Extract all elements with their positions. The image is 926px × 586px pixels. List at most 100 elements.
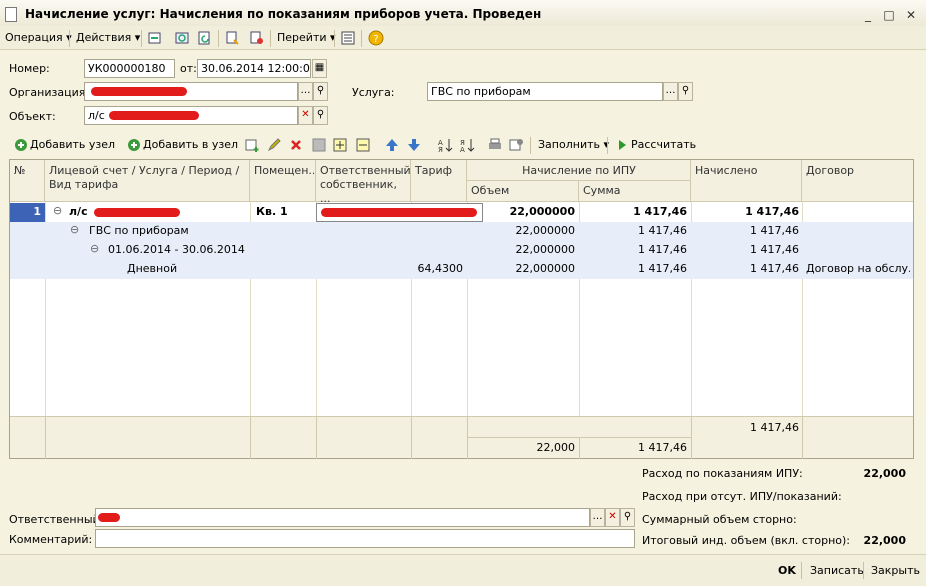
close-button[interactable]: Закрыть <box>871 563 920 579</box>
redaction-mark <box>94 208 180 217</box>
sort-desc-icon[interactable]: ЯA <box>459 137 475 153</box>
collapse-node-icon[interactable]: ⊖ <box>90 242 99 255</box>
collapse-icon[interactable] <box>355 137 371 153</box>
itog-value: 22,000 <box>863 534 906 547</box>
settings-list-icon[interactable] <box>508 137 524 153</box>
copy-doc-icon[interactable] <box>225 30 241 46</box>
object-value: л/с <box>88 109 105 122</box>
sort-asc-icon[interactable]: AЯ <box>437 137 453 153</box>
save-row-icon[interactable] <box>311 137 327 153</box>
responsible-field[interactable] <box>95 508 590 527</box>
refresh-doc-icon[interactable] <box>174 30 190 46</box>
service-label: Услуга: <box>352 86 395 99</box>
add-node-button[interactable]: Добавить узел <box>30 137 115 153</box>
responsible-search-icon[interactable]: ⚲ <box>620 508 635 527</box>
object-search-icon[interactable]: ⚲ <box>313 106 328 125</box>
date-field[interactable]: 30.06.2014 12:00:03 <box>197 59 311 78</box>
header-owner[interactable]: Ответственный собственник, ... <box>316 160 411 205</box>
header-account[interactable]: Лицевой счет / Услуга / Период / Вид тар… <box>45 160 250 202</box>
add-row-icon[interactable] <box>244 137 260 153</box>
structure-icon[interactable] <box>249 30 265 46</box>
add-node-icon <box>15 139 27 151</box>
otsut-label: Расход при отсут. ИПУ/показаний: <box>642 490 842 503</box>
bottom-bar: OK Записать Закрыть <box>0 554 926 586</box>
add-in-node-button[interactable]: Добавить в узел <box>143 137 238 153</box>
svg-text:Я: Я <box>438 146 443 153</box>
header-ipu-group: Начисление по ИПУ <box>467 160 691 181</box>
organization-select-button[interactable]: … <box>298 82 313 101</box>
header-sum[interactable]: Сумма <box>579 181 691 202</box>
redaction-mark <box>109 111 199 120</box>
maximize-icon[interactable]: □ <box>882 8 896 22</box>
comment-field[interactable] <box>95 529 635 548</box>
object-label: Объект: <box>9 110 56 123</box>
play-icon <box>619 140 626 150</box>
collapse-node-icon[interactable]: ⊖ <box>53 204 62 217</box>
object-clear-icon[interactable]: ✕ <box>298 106 313 125</box>
title-bar: Начисление услуг: Начисления по показани… <box>0 0 926 29</box>
footer-volume: 22,000 <box>536 441 576 454</box>
main-toolbar: Операция ▾ Действия ▾ Перейти ▾ ? <box>0 26 926 50</box>
header-contract[interactable]: Договор <box>802 160 913 202</box>
organization-field[interactable] <box>84 82 298 101</box>
comment-label: Комментарий: <box>9 533 93 546</box>
actions-menu[interactable]: Действия ▾ <box>76 30 140 46</box>
svg-text:A: A <box>460 146 465 153</box>
svg-text:?: ? <box>373 34 378 45</box>
number-field[interactable]: УК000000180 <box>84 59 175 78</box>
rashod-label: Расход по показаниям ИПУ: <box>642 467 803 480</box>
window-title: Начисление услуг: Начисления по показани… <box>25 7 542 21</box>
footer-charged: 1 417,46 <box>750 421 799 434</box>
print-icon[interactable] <box>487 137 503 153</box>
services-table[interactable]: № Лицевой счет / Услуга / Период / Вид т… <box>9 159 914 459</box>
organization-label: Организация: <box>9 86 90 99</box>
table-row[interactable]: 1 ⊖ л/с Кв. 1 22,000000 1 417,46 1 417,4… <box>10 203 913 222</box>
responsible-select-button[interactable]: … <box>590 508 605 527</box>
itog-label: Итоговый инд. объем (вкл. сторно): <box>642 534 851 547</box>
grid-toolbar: Добавить узел Добавить в узел AЯ ЯA Запо… <box>0 134 926 156</box>
ok-button[interactable]: OK <box>778 563 796 579</box>
list-icon[interactable] <box>340 30 356 46</box>
header-number[interactable]: № <box>10 160 45 202</box>
header-volume[interactable]: Объем <box>467 181 579 202</box>
move-down-icon[interactable] <box>406 137 422 153</box>
delete-icon[interactable] <box>288 137 304 153</box>
table-row[interactable]: ⊖ ГВС по приборам 22,000000 1 417,46 1 4… <box>10 222 913 241</box>
organization-search-icon[interactable]: ⚲ <box>313 82 328 101</box>
collapse-node-icon[interactable]: ⊖ <box>70 223 79 236</box>
service-field[interactable]: ГВС по приборам <box>427 82 663 101</box>
close-icon[interactable]: ✕ <box>904 8 918 22</box>
service-select-button[interactable]: … <box>663 82 678 101</box>
help-icon[interactable]: ? <box>368 30 384 46</box>
service-search-icon[interactable]: ⚲ <box>678 82 693 101</box>
rashod-value: 22,000 <box>863 467 906 480</box>
redaction-mark <box>91 87 187 96</box>
header-tariff[interactable]: Тариф <box>411 160 467 202</box>
object-field[interactable]: л/с <box>84 106 298 125</box>
table-row[interactable]: ⊖ 01.06.2014 - 30.06.2014 22,000000 1 41… <box>10 241 913 260</box>
reread-icon[interactable] <box>197 30 213 46</box>
header-charged[interactable]: Начислено <box>691 160 802 202</box>
redaction-mark <box>321 208 477 217</box>
document-icon <box>5 7 17 22</box>
post-icon[interactable] <box>147 30 163 46</box>
move-up-icon[interactable] <box>384 137 400 153</box>
footer-sum: 1 417,46 <box>638 441 687 454</box>
responsible-clear-icon[interactable]: ✕ <box>605 508 620 527</box>
calculate-button[interactable]: Рассчитать <box>631 137 696 153</box>
owner-cell-editor[interactable] <box>316 203 483 222</box>
storno-label: Суммарный объем сторно: <box>642 513 797 526</box>
redaction-mark <box>98 513 120 522</box>
fill-menu[interactable]: Заполнить ▾ <box>538 137 609 153</box>
save-button[interactable]: Записать <box>810 563 864 579</box>
calendar-icon[interactable]: ▦ <box>312 59 327 78</box>
expand-icon[interactable] <box>332 137 348 153</box>
table-row[interactable]: Дневной 64,4300 22,000000 1 417,46 1 417… <box>10 260 913 279</box>
minimize-icon[interactable]: _ <box>861 8 875 22</box>
add-in-node-icon <box>128 139 140 151</box>
responsible-label: Ответственный: <box>9 513 104 526</box>
operation-menu[interactable]: Операция ▾ <box>5 30 72 46</box>
goto-menu[interactable]: Перейти ▾ <box>277 30 336 46</box>
header-room[interactable]: Помещен... <box>250 160 316 202</box>
edit-icon[interactable] <box>266 137 282 153</box>
